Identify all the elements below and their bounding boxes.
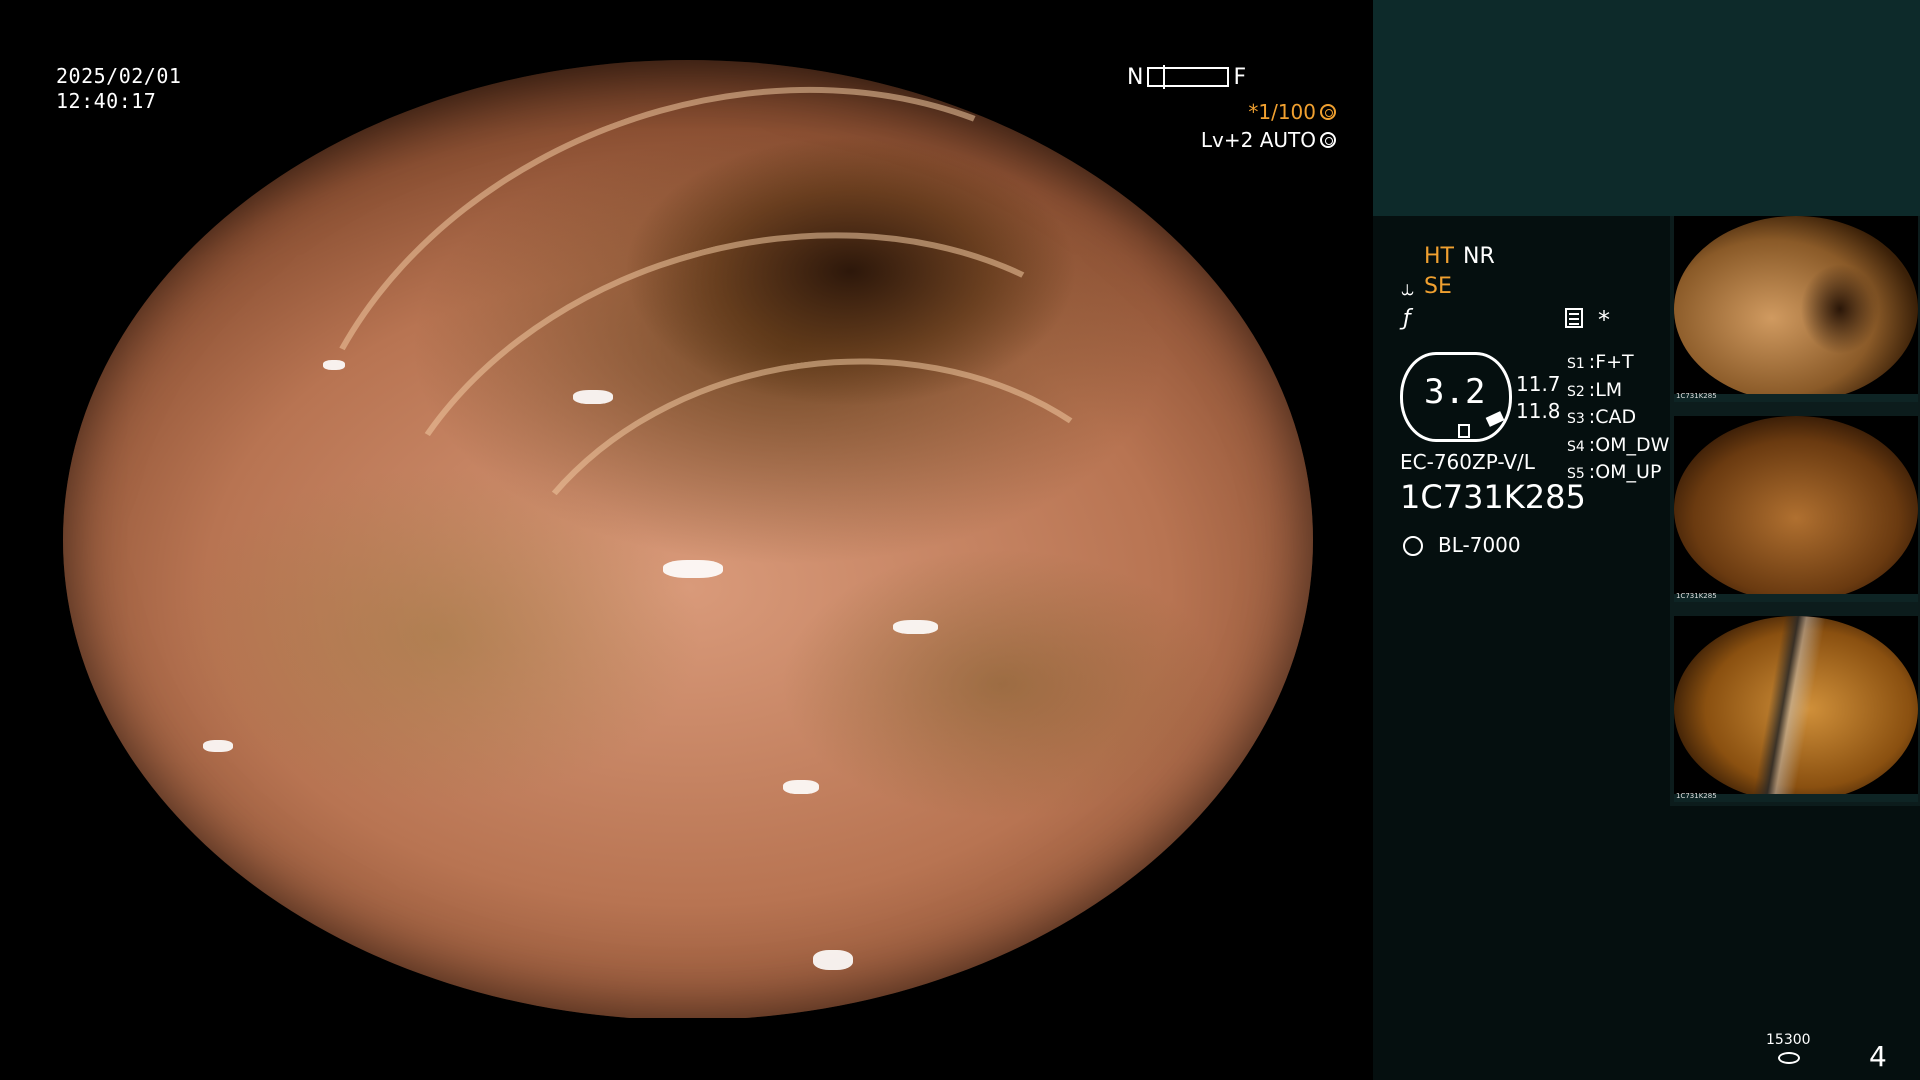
shutter-indicator: *1/100 bbox=[1248, 100, 1336, 124]
endoscope-view: 2025/02/01 12:40:17 N F *1/100 Lv+2 AUTO bbox=[0, 0, 1373, 1080]
light-reflection bbox=[783, 780, 819, 794]
light-reflection bbox=[663, 560, 723, 578]
light-reflection bbox=[203, 740, 233, 752]
scope-switch-list: S1:F+T S2:LM S3:CAD S4:OM_DW S5:OM_UP bbox=[1567, 350, 1669, 488]
capture-thumbnail[interactable]: 1C731K285 bbox=[1674, 216, 1918, 402]
light-reflection bbox=[323, 360, 345, 370]
level-indicator: Lv+2 AUTO bbox=[1201, 128, 1336, 152]
mode-ht: HT bbox=[1424, 244, 1454, 269]
iris-icon bbox=[1320, 132, 1336, 148]
scope-switch-item: S2:LM bbox=[1567, 378, 1623, 401]
thumbnail-caption: 1C731K285 bbox=[1676, 792, 1717, 800]
page-number: 4 bbox=[1869, 1040, 1887, 1073]
scope-serial: 1C731K285 bbox=[1400, 478, 1586, 516]
light-reflection bbox=[573, 390, 613, 404]
storage-counter: 15300 bbox=[1766, 1032, 1811, 1048]
thumbnail-caption: 1C731K285 bbox=[1676, 392, 1717, 400]
thumbnail-image bbox=[1674, 216, 1918, 402]
storage-icon bbox=[1778, 1052, 1800, 1064]
zoom-right-top: 11.7 bbox=[1516, 372, 1561, 396]
thumbnail-caption: 1C731K285 bbox=[1676, 592, 1717, 600]
zoom-right-bottom: 11.8 bbox=[1516, 399, 1561, 423]
time-display: 12:40:17 bbox=[56, 89, 157, 113]
gauge-bar bbox=[1147, 65, 1230, 89]
gauge-marker bbox=[1163, 65, 1166, 89]
enhance-icon: ⥿ bbox=[1401, 276, 1414, 301]
light-reflection bbox=[893, 620, 938, 634]
star-indicator: * bbox=[1598, 306, 1610, 334]
zoom-square-icon bbox=[1458, 424, 1470, 438]
image-mask-top bbox=[0, 0, 1373, 60]
memo-icon bbox=[1565, 308, 1583, 328]
far-label: F bbox=[1233, 64, 1247, 90]
capture-thumbnail[interactable]: 1C731K285 bbox=[1674, 616, 1918, 802]
aperture-icon bbox=[1320, 104, 1336, 120]
thumbnail-image bbox=[1674, 416, 1918, 602]
near-far-gauge: N F bbox=[1127, 64, 1247, 90]
light-source-model: BL-7000 bbox=[1438, 533, 1521, 557]
capture-thumbnail[interactable]: 1C731K285 bbox=[1674, 416, 1918, 602]
scope-switch-item: S3:CAD bbox=[1567, 406, 1637, 428]
zoom-value: 3.2 bbox=[1424, 372, 1486, 412]
side-panel-header bbox=[1373, 0, 1920, 216]
image-mask-bottom bbox=[0, 1018, 1373, 1080]
near-label: N bbox=[1127, 64, 1144, 90]
filter-icon: ƒ bbox=[1403, 306, 1411, 331]
light-bulb-icon bbox=[1403, 536, 1423, 556]
level-value: Lv+2 AUTO bbox=[1200, 128, 1316, 152]
scope-switch-item: S4:OM_DW bbox=[1567, 433, 1670, 456]
scope-switch-item: S1:F+T bbox=[1567, 351, 1634, 373]
scope-model: EC-760ZP-V/L bbox=[1400, 450, 1535, 474]
endoscopic-image bbox=[63, 0, 1313, 1020]
date-display: 2025/02/01 bbox=[56, 64, 182, 88]
mode-se: SE bbox=[1424, 274, 1452, 299]
thumbnail-image bbox=[1674, 616, 1918, 802]
light-reflection bbox=[813, 950, 853, 970]
mode-nr: NR bbox=[1463, 244, 1495, 269]
shutter-value: *1/100 bbox=[1248, 100, 1316, 124]
